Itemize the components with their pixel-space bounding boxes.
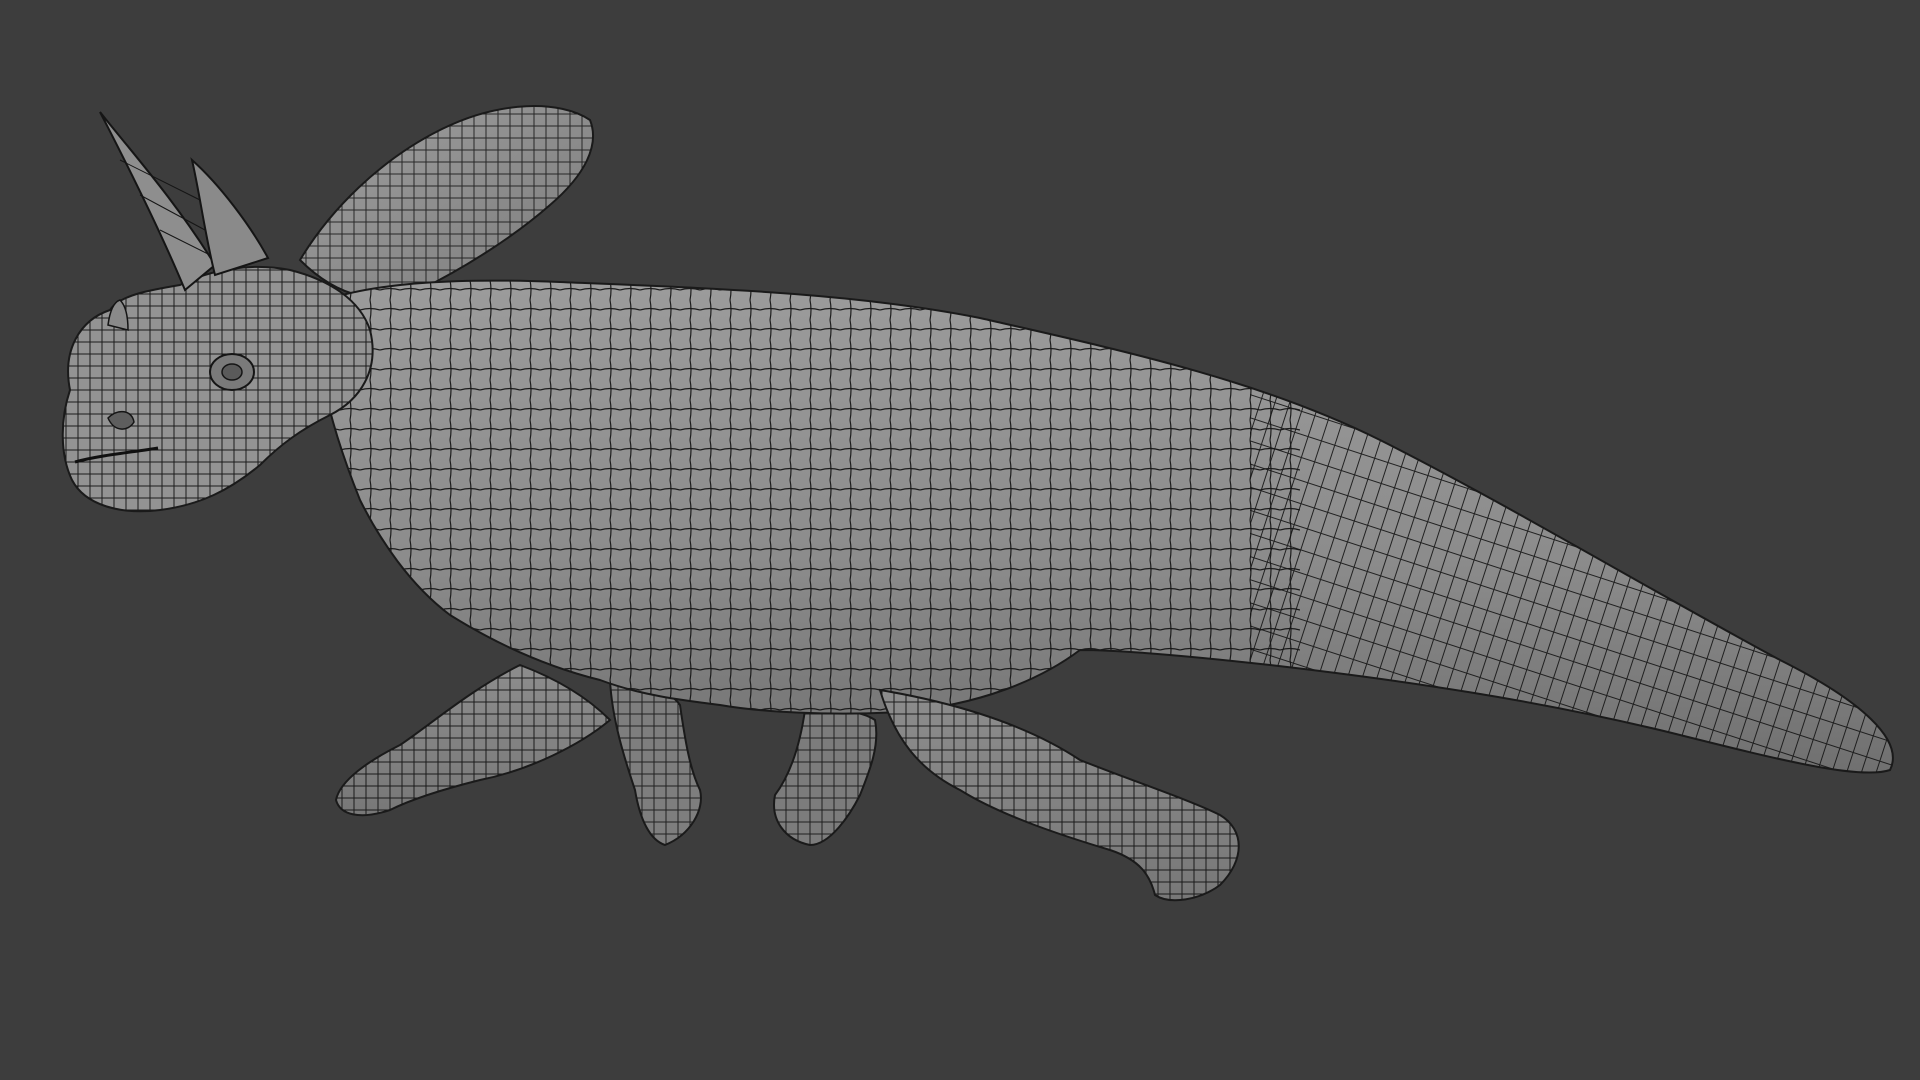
3d-viewport[interactable] [0,0,1920,1080]
eye-socket [209,353,255,391]
render-canvas [0,0,1920,1080]
